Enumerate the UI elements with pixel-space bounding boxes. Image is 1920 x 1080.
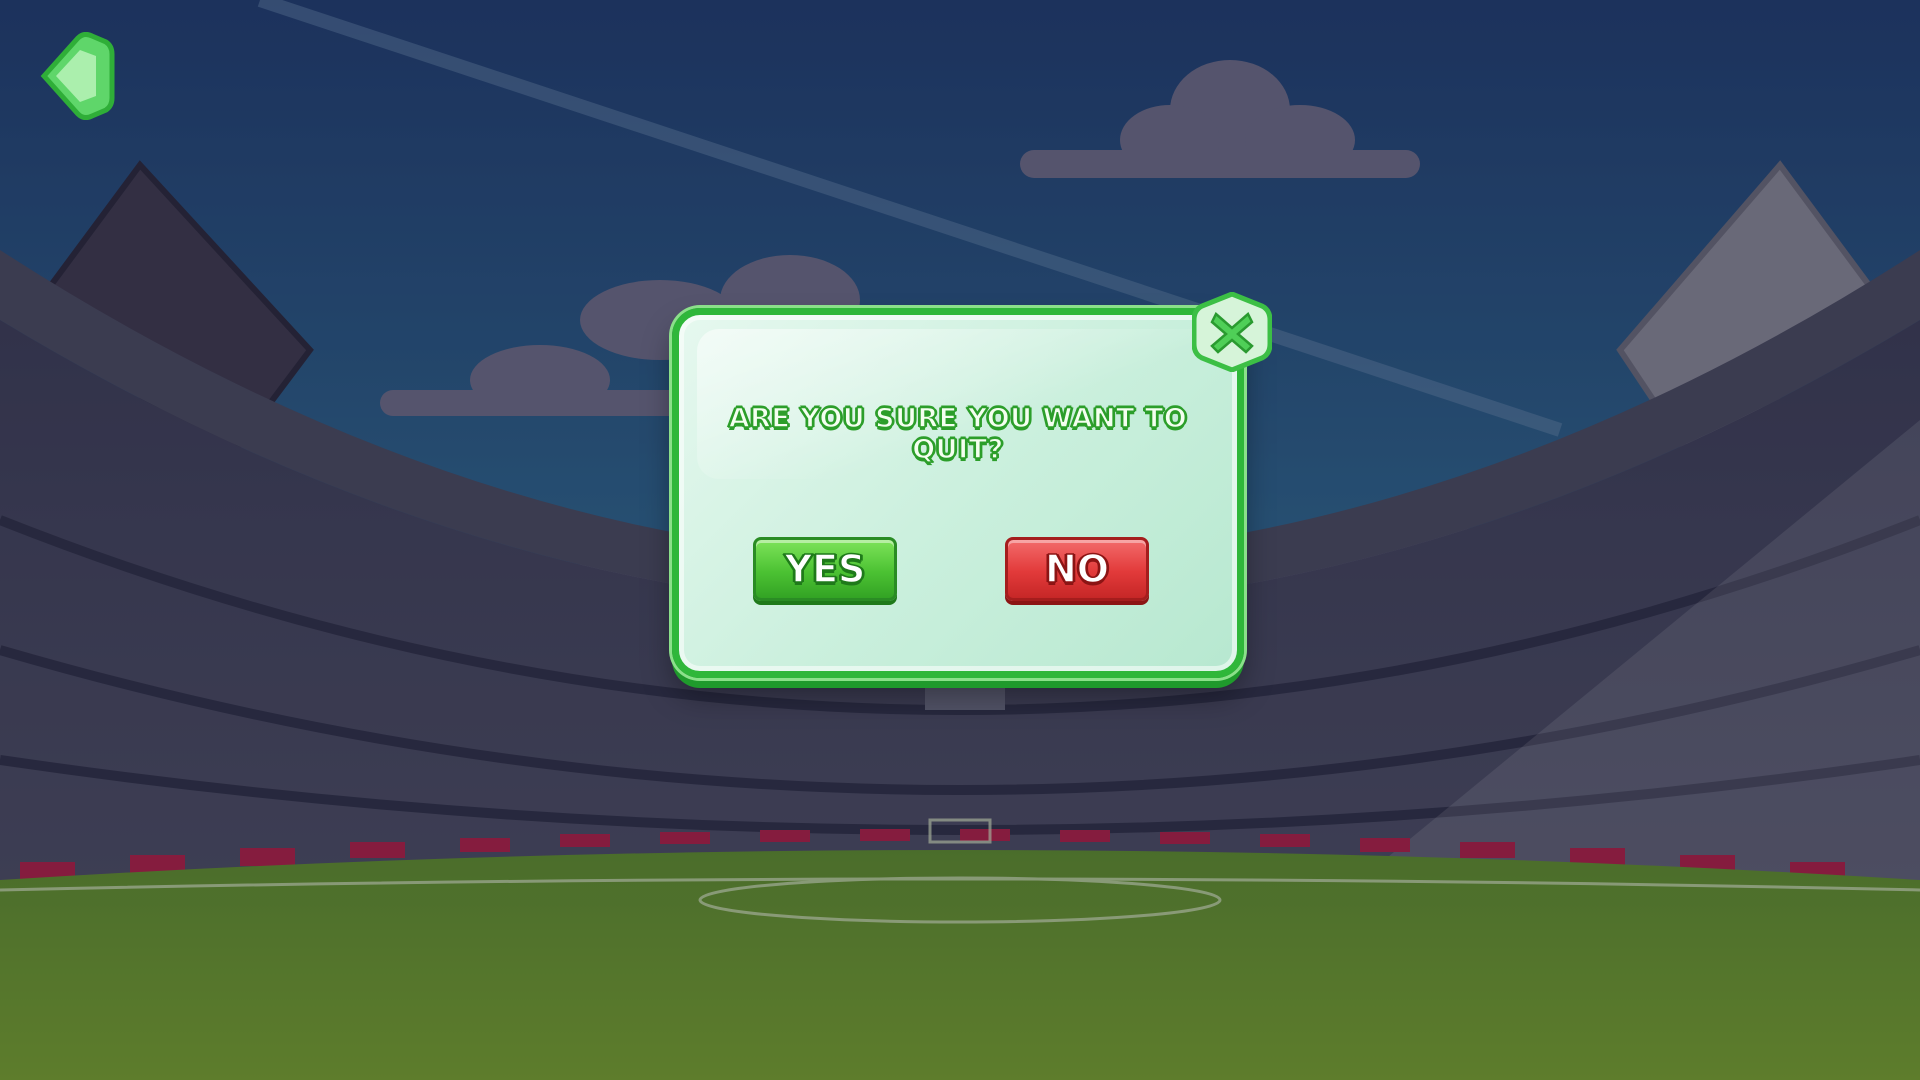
dialog-title: ARE YOU SURE YOU WANT TO QUIT? — [728, 402, 1188, 466]
close-button[interactable] — [1191, 291, 1273, 373]
back-arrow-icon — [40, 31, 115, 121]
no-button[interactable]: NO — [1005, 537, 1149, 601]
yes-button[interactable]: YES — [753, 537, 897, 601]
close-x-icon — [1191, 291, 1273, 373]
quit-dialog: ARE YOU SURE YOU WANT TO QUIT? YES NO — [672, 308, 1244, 678]
back-button[interactable] — [34, 31, 116, 121]
